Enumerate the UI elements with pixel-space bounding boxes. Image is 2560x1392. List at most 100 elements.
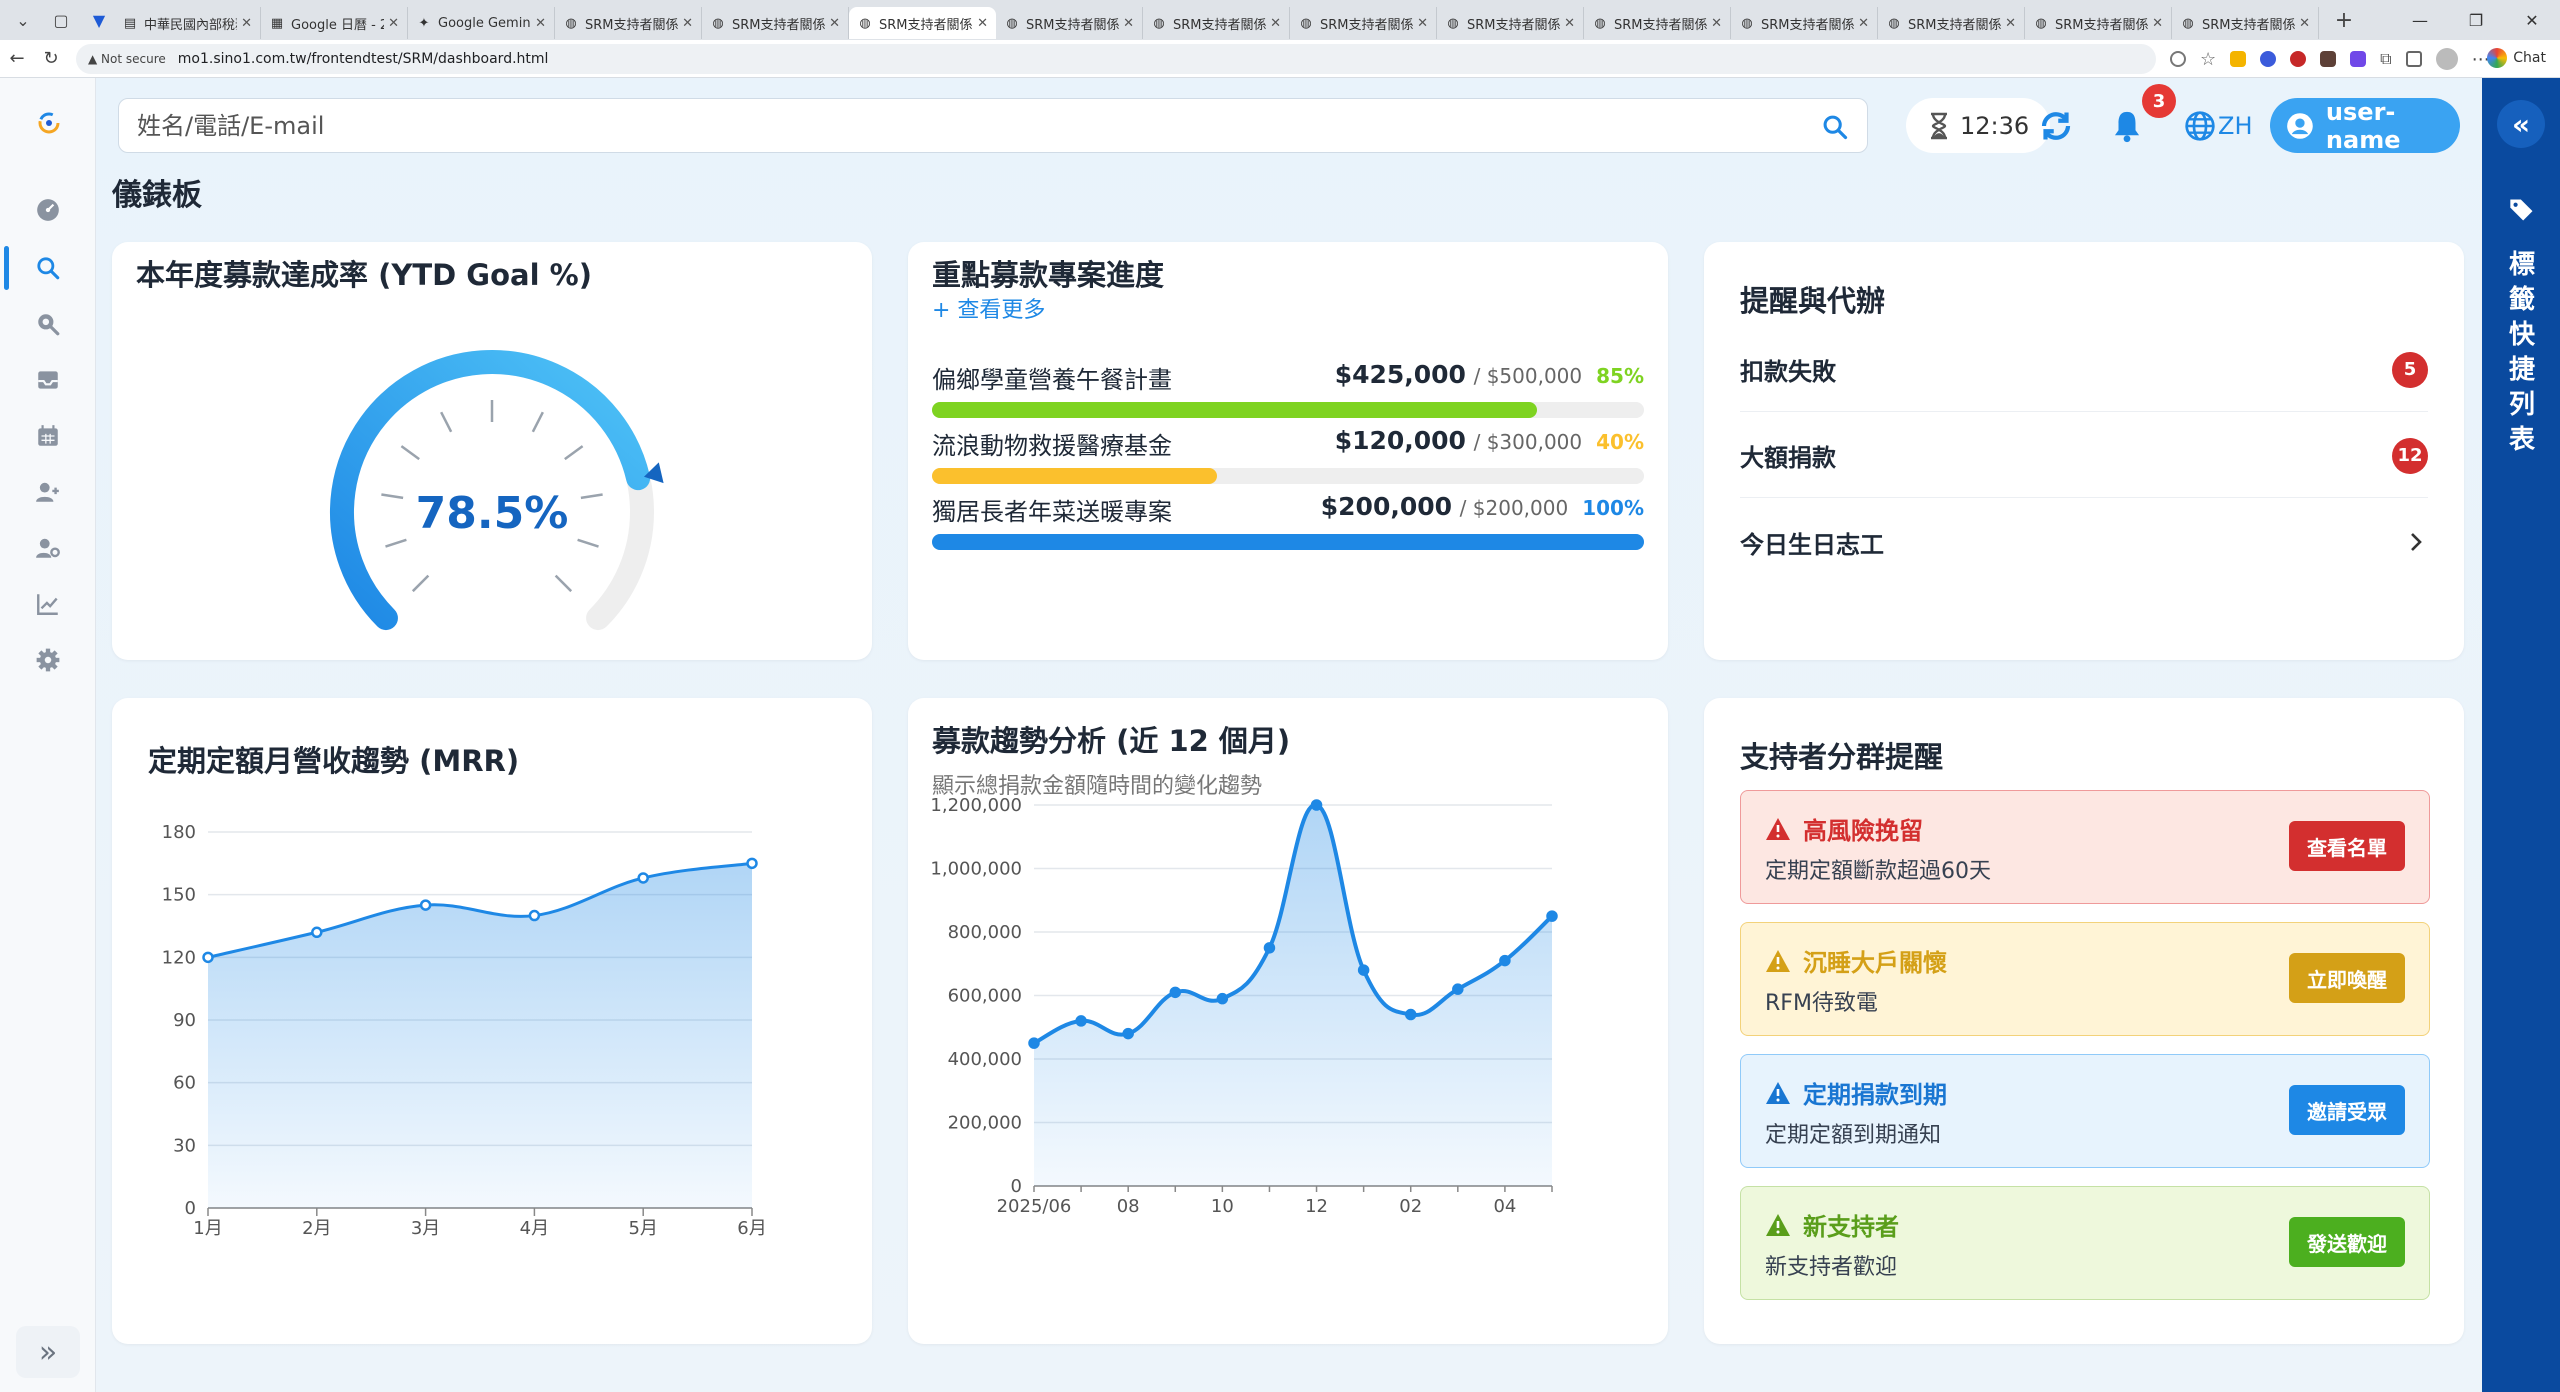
tab-groups-icon[interactable]: ▢ xyxy=(46,5,76,35)
sidebar-expand-button[interactable]: » xyxy=(16,1326,80,1378)
zoom-icon[interactable] xyxy=(2170,51,2186,67)
extension-icon-2[interactable] xyxy=(2260,51,2277,67)
data-point[interactable] xyxy=(1216,992,1229,1005)
language-switcher[interactable]: ZH xyxy=(2184,108,2253,144)
tab-close-icon[interactable]: ✕ xyxy=(1270,16,1281,31)
reload-icon[interactable]: ↻ xyxy=(34,48,68,69)
extension-icon-3[interactable] xyxy=(2290,51,2307,67)
nav-search[interactable] xyxy=(0,240,96,296)
bell-icon[interactable] xyxy=(2110,108,2144,144)
data-point[interactable] xyxy=(1075,1015,1087,1027)
browser-tab[interactable]: ◍SRM支持者關係管✕ xyxy=(1584,7,1731,39)
reminder-item[interactable]: 今日生日志工 xyxy=(1740,500,2428,584)
tab-close-icon[interactable]: ✕ xyxy=(1123,16,1134,31)
data-point[interactable] xyxy=(202,951,214,964)
chat-button[interactable]: Chat xyxy=(2487,48,2546,68)
tab-close-icon[interactable]: ✕ xyxy=(2005,16,2016,31)
segment-action-button[interactable]: 發送歡迎 xyxy=(2289,1217,2405,1267)
tab-close-icon[interactable]: ✕ xyxy=(1564,16,1575,31)
tab-close-icon[interactable]: ✕ xyxy=(977,16,988,31)
user-menu-button[interactable]: user-name xyxy=(2270,98,2460,154)
browser-tab[interactable]: ✦ Google Gemini ✕ xyxy=(408,7,555,39)
data-point[interactable] xyxy=(1546,910,1558,922)
segment-action-button[interactable]: 立即喚醒 xyxy=(2289,953,2405,1003)
star-icon[interactable]: ☆ xyxy=(2200,49,2216,70)
browser-tab[interactable]: ◍SRM支持者關係管✕ xyxy=(849,7,996,39)
browser-tab[interactable]: ◍SRM支持者關係管✕ xyxy=(1143,7,1290,39)
data-point[interactable] xyxy=(528,909,541,922)
browser-tab[interactable]: ◍SRM支持者關係管✕ xyxy=(702,7,849,39)
browser-tab[interactable]: ▦ Google 日曆 - 20 ✕ xyxy=(261,7,408,39)
data-point[interactable] xyxy=(419,899,432,911)
tab-close-icon[interactable]: ✕ xyxy=(2152,16,2163,31)
segment-action-button[interactable]: 邀請受眾 xyxy=(2289,1085,2405,1135)
data-point[interactable] xyxy=(1499,954,1511,967)
view-more-link[interactable]: + 查看更多 xyxy=(932,292,1045,324)
extension-icon-1[interactable] xyxy=(2230,51,2247,67)
profile-avatar[interactable] xyxy=(2435,48,2458,70)
tab-close-icon[interactable]: ✕ xyxy=(829,16,840,31)
browser-tab[interactable]: ▤ 中華民國內部稅務 ✕ xyxy=(114,7,261,39)
browser-tab[interactable]: ◍SRM支持者關係管✕ xyxy=(555,7,702,39)
tab-close-icon[interactable]: ✕ xyxy=(682,16,693,31)
extension-icon-4[interactable] xyxy=(2320,51,2337,67)
data-point[interactable] xyxy=(1404,1008,1417,1021)
project-row[interactable]: 流浪動物救援醫療基金 $120,000 / $300,000 40% xyxy=(932,426,1644,486)
close-window-button[interactable]: ✕ xyxy=(2504,0,2560,40)
tab-close-icon[interactable]: ✕ xyxy=(388,16,399,31)
nav-reports[interactable] xyxy=(0,576,96,632)
new-tab-button[interactable]: + xyxy=(2329,8,2359,33)
data-point[interactable] xyxy=(1310,799,1323,811)
data-point[interactable] xyxy=(1169,986,1182,999)
nav-dashboard[interactable] xyxy=(0,182,96,238)
browser-tab[interactable]: ◍SRM支持者關係管✕ xyxy=(1290,7,1437,39)
search-input[interactable] xyxy=(137,111,1777,140)
extensions-puzzle-icon[interactable]: ⧉ xyxy=(2380,49,2391,69)
security-indicator[interactable]: ▲ Not secure xyxy=(88,52,166,66)
tab-close-icon[interactable]: ✕ xyxy=(535,16,546,31)
url-text[interactable]: mo1.sino1.com.tw/frontendtest/SRM/dashbo… xyxy=(178,51,549,67)
sidepanel-icon[interactable] xyxy=(2405,51,2422,67)
nav-advanced-search[interactable] xyxy=(0,296,96,352)
nav-calendar[interactable] xyxy=(0,408,96,464)
data-point[interactable] xyxy=(637,872,649,884)
extension-icon-5[interactable] xyxy=(2350,51,2367,67)
browser-tab[interactable]: ◍SRM支持者關係管✕ xyxy=(2025,7,2172,39)
maximize-button[interactable]: ❐ xyxy=(2448,0,2504,40)
notification-badge[interactable]: 3 xyxy=(2142,84,2176,118)
reminder-item[interactable]: 大額捐款 12 xyxy=(1740,414,2428,498)
data-point[interactable] xyxy=(1122,1027,1134,1040)
bookmark-icon[interactable]: ▼ xyxy=(84,5,114,35)
nav-user-settings[interactable] xyxy=(0,520,96,576)
tab-search-icon[interactable]: ⌄ xyxy=(8,5,38,35)
tab-close-icon[interactable]: ✕ xyxy=(2299,16,2310,31)
data-point[interactable] xyxy=(1452,983,1464,995)
browser-tab[interactable]: ◍SRM支持者關係管✕ xyxy=(1878,7,2025,39)
browser-tab[interactable]: ◍SRM支持者關係管✕ xyxy=(1731,7,1878,39)
project-row[interactable]: 獨居長者年菜送暖專案 $200,000 / $200,000 100% xyxy=(932,492,1644,552)
tab-close-icon[interactable]: ✕ xyxy=(1417,16,1428,31)
data-point[interactable] xyxy=(1357,964,1370,976)
minimize-button[interactable]: — xyxy=(2392,0,2448,40)
panel-collapse-button[interactable]: « xyxy=(2497,100,2545,148)
segment-action-button[interactable]: 查看名單 xyxy=(2289,821,2405,871)
search-submit-icon[interactable] xyxy=(1821,113,1849,141)
data-point[interactable] xyxy=(311,926,323,939)
nav-supporters[interactable] xyxy=(0,464,96,520)
data-point[interactable] xyxy=(1263,942,1276,954)
data-point[interactable] xyxy=(746,857,758,870)
browser-tab[interactable]: ◍SRM支持者關係管✕ xyxy=(996,7,1143,39)
back-icon[interactable]: ← xyxy=(0,48,34,69)
tab-close-icon[interactable]: ✕ xyxy=(241,16,252,31)
url-bar[interactable]: ▲ Not secure mo1.sino1.com.tw/frontendte… xyxy=(76,44,2156,74)
browser-tab[interactable]: ◍SRM支持者關係管✕ xyxy=(1437,7,1584,39)
project-row[interactable]: 偏鄉學童營養午餐計畫 $425,000 / $500,000 85% xyxy=(932,360,1644,420)
nav-settings[interactable] xyxy=(0,632,96,688)
reminder-item[interactable]: 扣款失敗 5 xyxy=(1740,328,2428,412)
nav-inbox[interactable] xyxy=(0,352,96,408)
tab-close-icon[interactable]: ✕ xyxy=(1858,16,1869,31)
data-point[interactable] xyxy=(1028,1037,1040,1049)
refresh-icon[interactable] xyxy=(2038,108,2074,144)
tab-close-icon[interactable]: ✕ xyxy=(1711,16,1722,31)
browser-tab[interactable]: ◍SRM支持者關係管✕ xyxy=(2172,7,2319,39)
